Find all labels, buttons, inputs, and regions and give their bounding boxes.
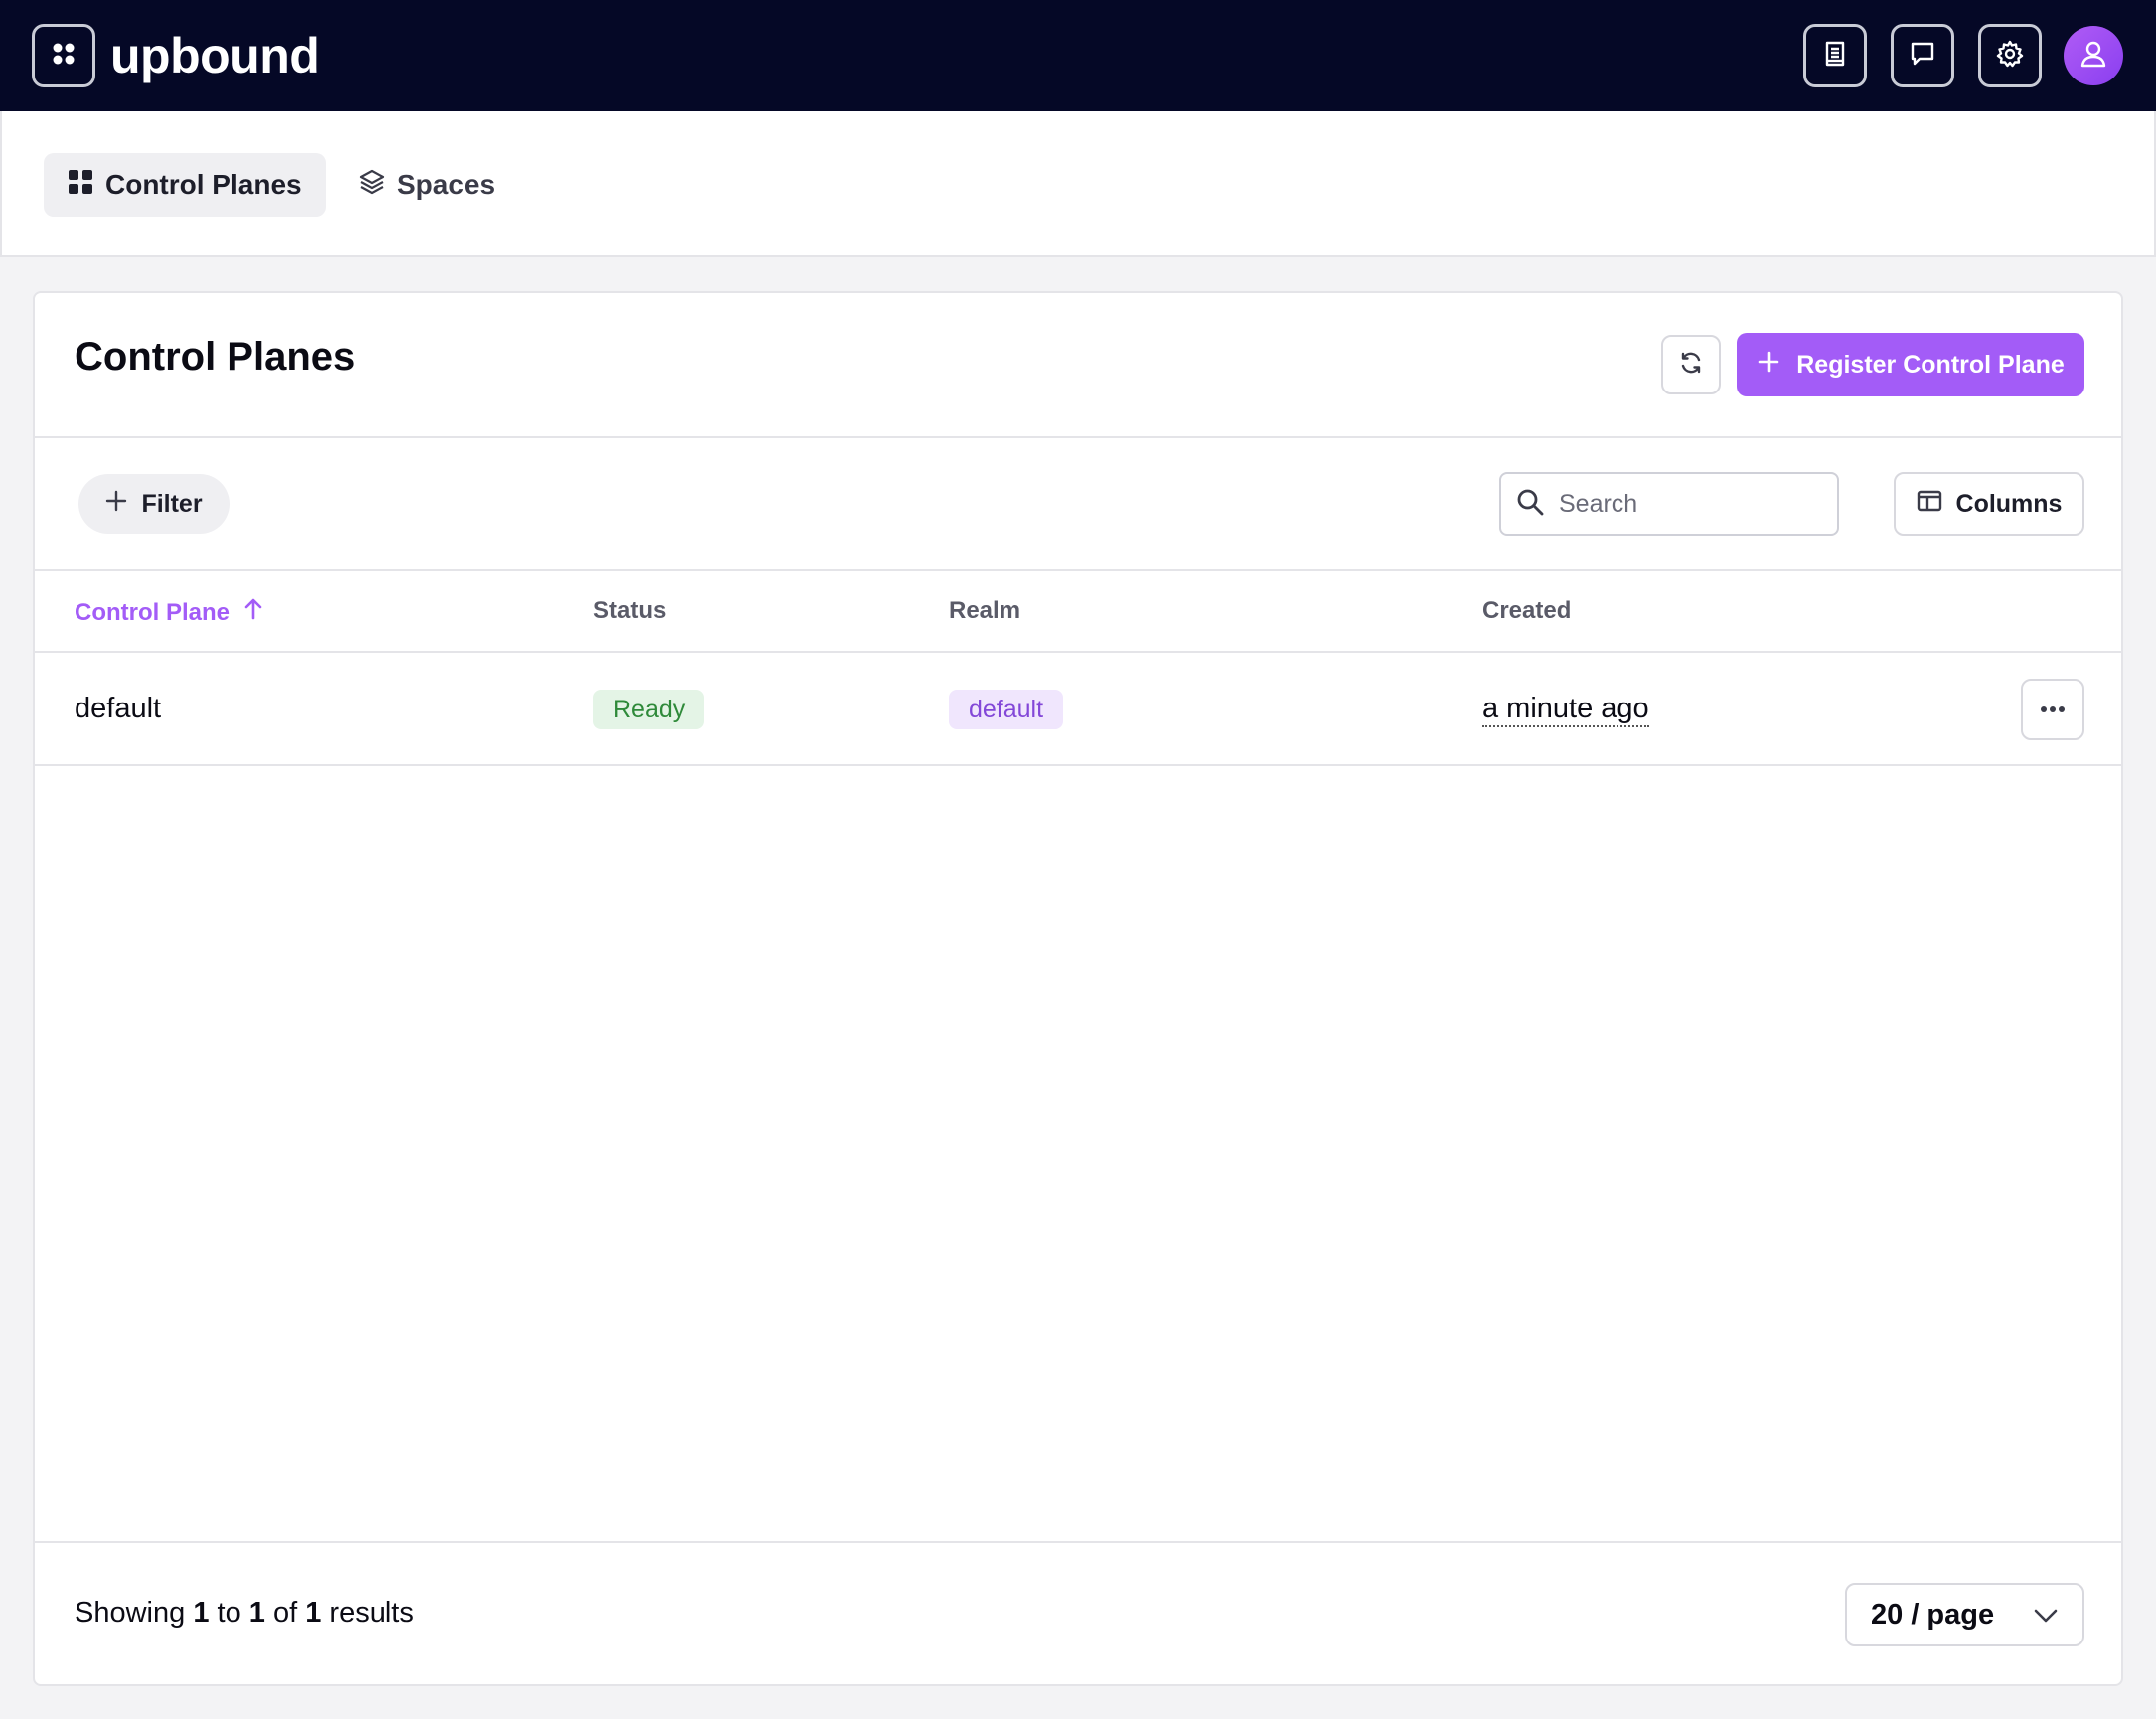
- plus-icon: [1757, 350, 1780, 381]
- chat-icon: [1908, 39, 1937, 74]
- refresh-button[interactable]: [1661, 335, 1721, 394]
- columns-button[interactable]: Columns: [1894, 472, 2084, 536]
- refresh-icon: [1678, 350, 1704, 381]
- register-label: Register Control Plane: [1796, 350, 2065, 379]
- sort-ascending-icon: [243, 597, 263, 628]
- tab-label: Spaces: [397, 169, 496, 200]
- tab-label: Control Planes: [105, 169, 302, 200]
- tab-control-planes[interactable]: Control Planes: [44, 153, 326, 217]
- gear-icon: [1995, 39, 2025, 74]
- layers-icon: [358, 168, 385, 203]
- sub-navigation: Control Planes Spaces: [0, 111, 2156, 257]
- range-start: 1: [193, 1597, 210, 1629]
- user-icon: [2078, 38, 2109, 75]
- row-divider: [35, 764, 2121, 766]
- feedback-button[interactable]: [1891, 24, 1954, 87]
- control-planes-card: Control Planes Register Control Plane Fi…: [33, 291, 2123, 1686]
- column-header-realm[interactable]: Realm: [949, 597, 1020, 625]
- user-avatar[interactable]: [2064, 26, 2123, 85]
- grid-icon: [68, 169, 93, 202]
- of-label: of: [272, 1597, 298, 1629]
- top-navigation-bar: upbound: [0, 0, 2156, 111]
- page-title: Control Planes: [75, 335, 356, 379]
- column-header-created[interactable]: Created: [1482, 597, 1571, 625]
- app-menu-button[interactable]: [32, 24, 95, 87]
- book-icon: [1820, 39, 1850, 74]
- to-label: to: [217, 1597, 241, 1629]
- control-plane-name[interactable]: default: [75, 693, 161, 725]
- columns-label: Columns: [1955, 489, 2063, 518]
- row-actions-button[interactable]: [2021, 679, 2084, 740]
- tab-spaces[interactable]: Spaces: [334, 153, 519, 217]
- header-divider: [35, 436, 2121, 438]
- range-end: 1: [248, 1597, 265, 1629]
- upbound-logo[interactable]: upbound: [110, 24, 320, 87]
- table-header-divider: [35, 651, 2121, 653]
- page-size-select[interactable]: 20 / page: [1845, 1583, 2084, 1646]
- total-count: 1: [305, 1597, 322, 1629]
- chevron-down-icon: [2033, 1599, 2059, 1632]
- search-input[interactable]: [1559, 489, 1817, 519]
- more-horizontal-icon: [2040, 701, 2066, 718]
- toolbar-divider: [35, 569, 2121, 571]
- created-time[interactable]: a minute ago: [1482, 693, 1649, 727]
- showing-label: Showing: [75, 1597, 186, 1629]
- filter-button[interactable]: Filter: [78, 474, 230, 534]
- dots-grid-icon: [50, 40, 77, 73]
- search-icon: [1515, 487, 1545, 522]
- column-header-label: Control Plane: [75, 598, 231, 626]
- status-badge: Ready: [593, 690, 705, 729]
- footer-divider: [35, 1541, 2121, 1543]
- filter-label: Filter: [141, 489, 203, 518]
- search-box[interactable]: [1499, 472, 1839, 536]
- realm-badge: default: [949, 690, 1064, 729]
- register-control-plane-button[interactable]: Register Control Plane: [1737, 333, 2084, 396]
- plus-icon: [105, 490, 127, 519]
- column-header-status[interactable]: Status: [593, 597, 666, 625]
- results-summary: Showing 1 to 1 of 1 results: [75, 1597, 414, 1630]
- docs-button[interactable]: [1803, 24, 1867, 87]
- column-header-control-plane[interactable]: Control Plane: [75, 597, 263, 628]
- columns-icon: [1917, 489, 1942, 520]
- page-size-value: 20 / page: [1871, 1598, 1995, 1631]
- settings-button[interactable]: [1978, 24, 2042, 87]
- results-label: results: [329, 1597, 414, 1629]
